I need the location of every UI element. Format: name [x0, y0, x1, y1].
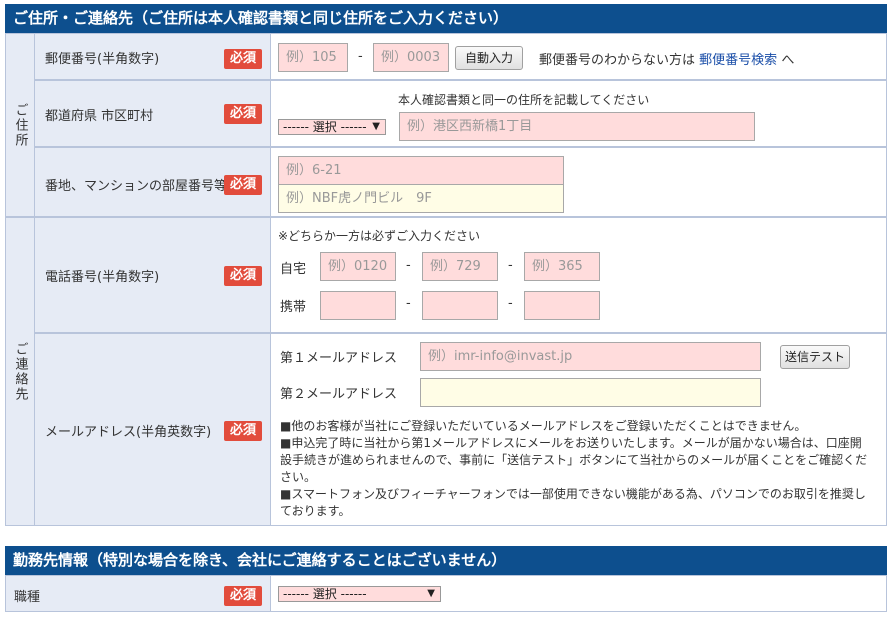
email-second-label: 第２メールアドレス	[280, 387, 398, 402]
phone-value-cell: ※どちらか一方は必ずご入力ください 自宅 例）0120 - 例）729 - 例）…	[271, 217, 887, 333]
work-section-title: 勤務先情報（特別な場合を除き、会社にご連絡することはございません）	[5, 546, 887, 575]
postal-label-cell: 郵便番号(半角数字) 必須	[35, 33, 271, 80]
email-label-cell: メールアドレス(半角英数字) 必須	[35, 333, 271, 526]
phone-note: ※どちらか一方は必ずご入力ください	[278, 229, 481, 243]
required-badge: 必須	[223, 421, 262, 441]
contact-group-label: ご連絡先	[5, 217, 35, 526]
address-group-label: ご住所	[5, 33, 35, 217]
occupation-label-cell: 職種 必須	[5, 575, 271, 612]
home-phone-label: 自宅	[280, 262, 307, 277]
street-line2-input[interactable]: 例）NBF虎ノ門ビル 9F	[278, 184, 564, 213]
street-label: 番地、マンションの部屋番号等	[45, 179, 228, 194]
postal-dash: -	[358, 49, 363, 64]
occupation-label: 職種	[14, 590, 41, 605]
home-phone-part1-input[interactable]: 例）0120	[320, 252, 396, 281]
prefecture-note: 本人確認書類と同一の住所を記載してください	[398, 93, 650, 107]
postal-auto-fill-button[interactable]: 自動入力	[455, 46, 523, 70]
prefecture-label: 都道府県 市区町村	[45, 109, 154, 124]
required-badge: 必須	[223, 104, 262, 124]
dropdown-arrow-icon: ▼	[372, 121, 380, 132]
dropdown-arrow-icon: ▼	[427, 588, 435, 599]
street-label-cell: 番地、マンションの部屋番号等 必須	[35, 147, 271, 217]
postal-search-link[interactable]: 郵便番号検索	[699, 53, 777, 68]
required-badge: 必須	[223, 49, 262, 69]
postal-value-cell: 例）105 - 例）0003 自動入力 郵便番号のわからない方は 郵便番号検索 …	[271, 33, 887, 80]
email-notes: ■他のお客様が当社にご登録いただいているメールアドレスをご登録いただくことはでき…	[280, 419, 868, 518]
required-badge: 必須	[223, 586, 262, 606]
required-badge: 必須	[223, 266, 262, 286]
street-value-cell: 例）6-21 例）NBF虎ノ門ビル 9F	[271, 147, 887, 217]
email-value-cell: 第１メールアドレス 例）imr-info@invast.jp 送信テスト 第２メ…	[271, 333, 887, 526]
mobile-phone-part1-input[interactable]	[320, 291, 396, 320]
email-label: メールアドレス(半角英数字)	[45, 425, 212, 440]
prefecture-value-cell: 本人確認書類と同一の住所を記載してください ------ 選択 ------ ▼…	[271, 80, 887, 147]
email-first-input[interactable]: 例）imr-info@invast.jp	[420, 342, 761, 371]
postal-code-part1-input[interactable]: 例）105	[278, 43, 348, 72]
mobile-phone-part2-input[interactable]	[422, 291, 498, 320]
phone-label-cell: 電話番号(半角数字) 必須	[35, 217, 271, 333]
street-line1-input[interactable]: 例）6-21	[278, 156, 564, 185]
required-badge: 必須	[223, 175, 262, 195]
occupation-value-cell: ------ 選択 ------ ▼	[271, 575, 887, 612]
address-section-title: ご住所・ご連絡先（ご住所は本人確認書類と同じ住所をご入力ください）	[5, 4, 887, 33]
prefecture-label-cell: 都道府県 市区町村 必須	[35, 80, 271, 147]
postal-label: 郵便番号(半角数字)	[45, 52, 160, 67]
mobile-phone-part3-input[interactable]	[524, 291, 600, 320]
postal-code-part2-input[interactable]: 例）0003	[373, 43, 449, 72]
prefecture-select[interactable]: ------ 選択 ------ ▼	[278, 119, 386, 135]
email-first-label: 第１メールアドレス	[280, 351, 398, 366]
mobile-phone-label: 携帯	[280, 300, 307, 315]
home-phone-part3-input[interactable]: 例）365	[524, 252, 600, 281]
email-second-input[interactable]	[420, 378, 761, 407]
home-phone-part2-input[interactable]: 例）729	[422, 252, 498, 281]
city-input[interactable]: 例）港区西新橋1丁目	[399, 112, 755, 141]
occupation-select[interactable]: ------ 選択 ------ ▼	[278, 586, 441, 602]
postal-help-text: 郵便番号のわからない方は 郵便番号検索 へ	[539, 53, 795, 68]
phone-label: 電話番号(半角数字)	[45, 270, 160, 285]
send-test-button[interactable]: 送信テスト	[780, 345, 850, 369]
